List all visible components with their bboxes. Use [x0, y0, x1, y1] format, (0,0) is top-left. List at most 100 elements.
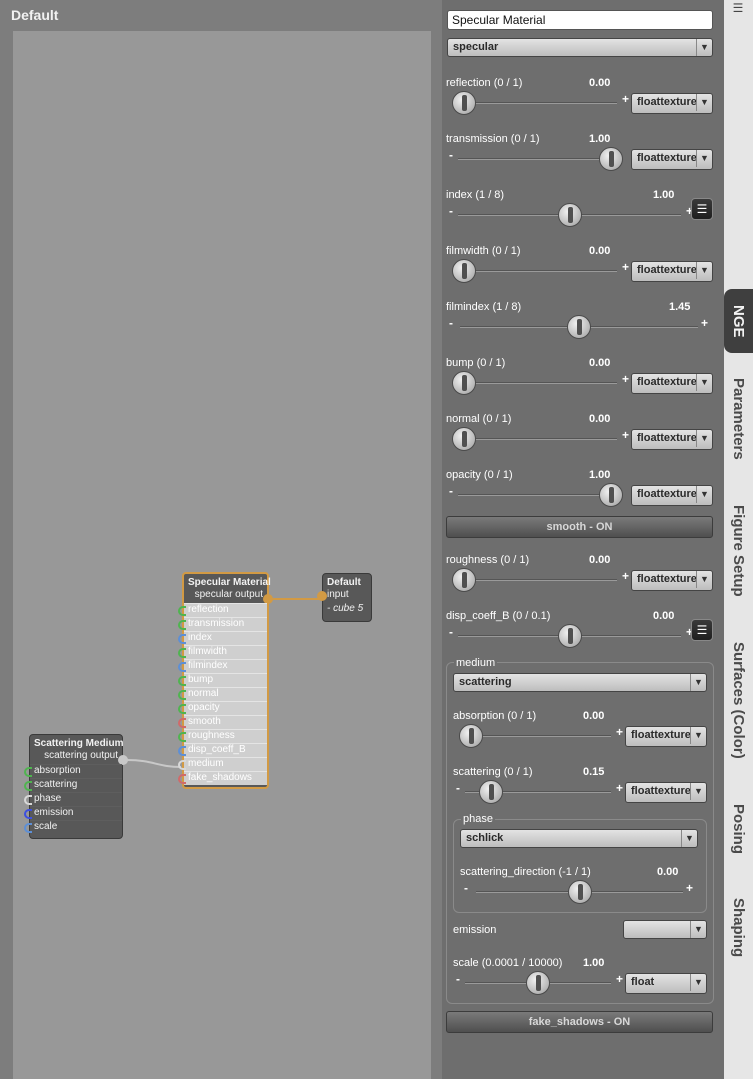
minus-button[interactable]: - — [449, 625, 453, 639]
input-port[interactable] — [178, 746, 186, 756]
input-port[interactable] — [178, 648, 186, 658]
index-list-icon[interactable]: ☰ — [691, 198, 713, 220]
input-port[interactable] — [178, 704, 186, 714]
minus-button[interactable]: - — [464, 881, 468, 895]
node-canvas[interactable]: Specular Material specular output reflec… — [13, 31, 431, 1079]
node-input-slot[interactable]: scale — [24, 820, 122, 834]
panel-menu-icon[interactable]: ☰ — [729, 1, 747, 17]
scattering-direction-slider-knob[interactable] — [567, 880, 592, 904]
bump-slider-track[interactable] — [458, 382, 617, 384]
filmindex-slider-knob[interactable] — [567, 315, 591, 339]
node-input-slot[interactable]: fake_shadows — [178, 771, 267, 785]
tab-shaping[interactable]: Shaping — [724, 880, 753, 976]
roughness-dropdown[interactable]: floattexture ▼ — [631, 570, 713, 591]
node-input-slot[interactable]: phase — [24, 792, 122, 806]
bump-dropdown[interactable]: floattexture ▼ — [631, 373, 713, 394]
node-input-slot[interactable]: transmission — [178, 617, 267, 631]
plus-button[interactable]: + — [616, 725, 623, 739]
input-port[interactable] — [24, 809, 32, 819]
transmission-slider-knob[interactable] — [599, 147, 623, 171]
absorption-dropdown[interactable]: floattexture ▼ — [625, 726, 707, 747]
input-port[interactable] — [178, 662, 186, 672]
node-input-slot[interactable]: filmwidth — [178, 645, 267, 659]
opacity-slider-track[interactable] — [458, 494, 617, 496]
phase-type-dropdown[interactable]: schlick ▼ — [460, 829, 698, 848]
medium-type-dropdown[interactable]: scattering ▼ — [453, 673, 707, 692]
filmwidth-slider-knob[interactable] — [452, 259, 476, 283]
minus-button[interactable]: - — [456, 781, 460, 795]
default-node[interactable]: Default input - cube 5 — [317, 573, 372, 622]
minus-button[interactable]: - — [449, 484, 453, 498]
tab-surfaces-color[interactable]: Surfaces (Color) — [724, 626, 753, 774]
input-port[interactable] — [178, 606, 186, 616]
node-input-slot[interactable]: smooth — [178, 715, 267, 729]
minus-button[interactable]: - — [449, 148, 453, 162]
minus-button[interactable]: - — [449, 204, 453, 218]
roughness-slider-knob[interactable] — [452, 568, 476, 592]
node-input-slot[interactable]: disp_coeff_B — [178, 743, 267, 757]
filmwidth-dropdown[interactable]: floattexture ▼ — [631, 261, 713, 282]
node-input-slot[interactable]: scattering — [24, 778, 122, 792]
plus-button[interactable]: + — [622, 428, 629, 442]
index-slider-knob[interactable] — [557, 203, 582, 227]
input-port[interactable] — [178, 760, 186, 770]
input-port[interactable] — [24, 767, 32, 777]
plus-button[interactable]: + — [686, 881, 693, 895]
plus-button[interactable]: + — [701, 316, 708, 330]
bump-slider-knob[interactable] — [452, 371, 476, 395]
input-port[interactable] — [24, 823, 32, 833]
input-port[interactable] — [178, 690, 186, 700]
input-port[interactable] — [178, 676, 186, 686]
node-input-slot[interactable]: absorption — [24, 764, 122, 778]
plus-button[interactable]: + — [616, 972, 623, 986]
transmission-dropdown[interactable]: floattexture ▼ — [631, 149, 713, 170]
scattering-dropdown[interactable]: floattexture ▼ — [625, 782, 707, 803]
material-name-field[interactable]: Specular Material — [447, 10, 713, 30]
plus-button[interactable]: + — [622, 92, 629, 106]
material-type-dropdown[interactable]: specular ▼ — [447, 38, 713, 57]
transmission-slider-track[interactable] — [458, 158, 617, 160]
input-port[interactable] — [24, 795, 32, 805]
tab-figure-setup[interactable]: Figure Setup — [724, 490, 753, 612]
opacity-dropdown[interactable]: floattexture ▼ — [631, 485, 713, 506]
minus-button[interactable]: - — [456, 972, 460, 986]
node-input-slot[interactable]: medium — [178, 757, 267, 771]
absorption-slider-knob[interactable] — [459, 724, 483, 748]
node-input-slot[interactable]: opacity — [178, 701, 267, 715]
specular-material-node[interactable]: Specular Material specular output reflec… — [178, 572, 273, 789]
node-input-slot[interactable]: normal — [178, 687, 267, 701]
input-port[interactable] — [178, 718, 186, 728]
input-port[interactable] — [178, 774, 186, 784]
tab-parameters[interactable]: Parameters — [724, 360, 753, 478]
input-port[interactable] — [178, 634, 186, 644]
scattering-medium-node[interactable]: Scattering Medium scattering output abso… — [24, 734, 128, 839]
scale-dropdown[interactable]: float ▼ — [625, 973, 707, 994]
reflection-slider-track[interactable] — [458, 102, 617, 104]
opacity-slider-knob[interactable] — [599, 483, 623, 507]
plus-button[interactable]: + — [616, 781, 623, 795]
absorption-slider-track[interactable] — [465, 735, 611, 737]
node-input-slot[interactable]: roughness — [178, 729, 267, 743]
tab-nge[interactable]: NGE — [724, 289, 753, 353]
input-port[interactable] — [178, 620, 186, 630]
node-input-slot[interactable]: emission — [24, 806, 122, 820]
node-input-slot[interactable]: index — [178, 631, 267, 645]
filmwidth-slider-track[interactable] — [458, 270, 617, 272]
scattering-slider-knob[interactable] — [479, 780, 504, 804]
plus-button[interactable]: + — [622, 260, 629, 274]
reflection-slider-knob[interactable] — [452, 91, 476, 115]
node-input-slot[interactable]: bump — [178, 673, 267, 687]
normal-dropdown[interactable]: floattexture ▼ — [631, 429, 713, 450]
fake-shadows-toggle[interactable]: fake_shadows - ON — [446, 1011, 713, 1033]
plus-button[interactable]: + — [622, 372, 629, 386]
node-input-slot[interactable]: filmindex — [178, 659, 267, 673]
minus-button[interactable]: - — [449, 316, 453, 330]
smooth-toggle[interactable]: smooth - ON — [446, 516, 713, 538]
input-port[interactable] — [317, 591, 327, 601]
disp_coeff_B-slider-knob[interactable] — [557, 624, 582, 648]
roughness-slider-track[interactable] — [458, 579, 617, 581]
plus-button[interactable]: + — [622, 569, 629, 583]
scale-slider-knob[interactable] — [526, 971, 550, 995]
node-input-slot[interactable]: input — [317, 589, 371, 603]
input-port[interactable] — [24, 781, 32, 791]
